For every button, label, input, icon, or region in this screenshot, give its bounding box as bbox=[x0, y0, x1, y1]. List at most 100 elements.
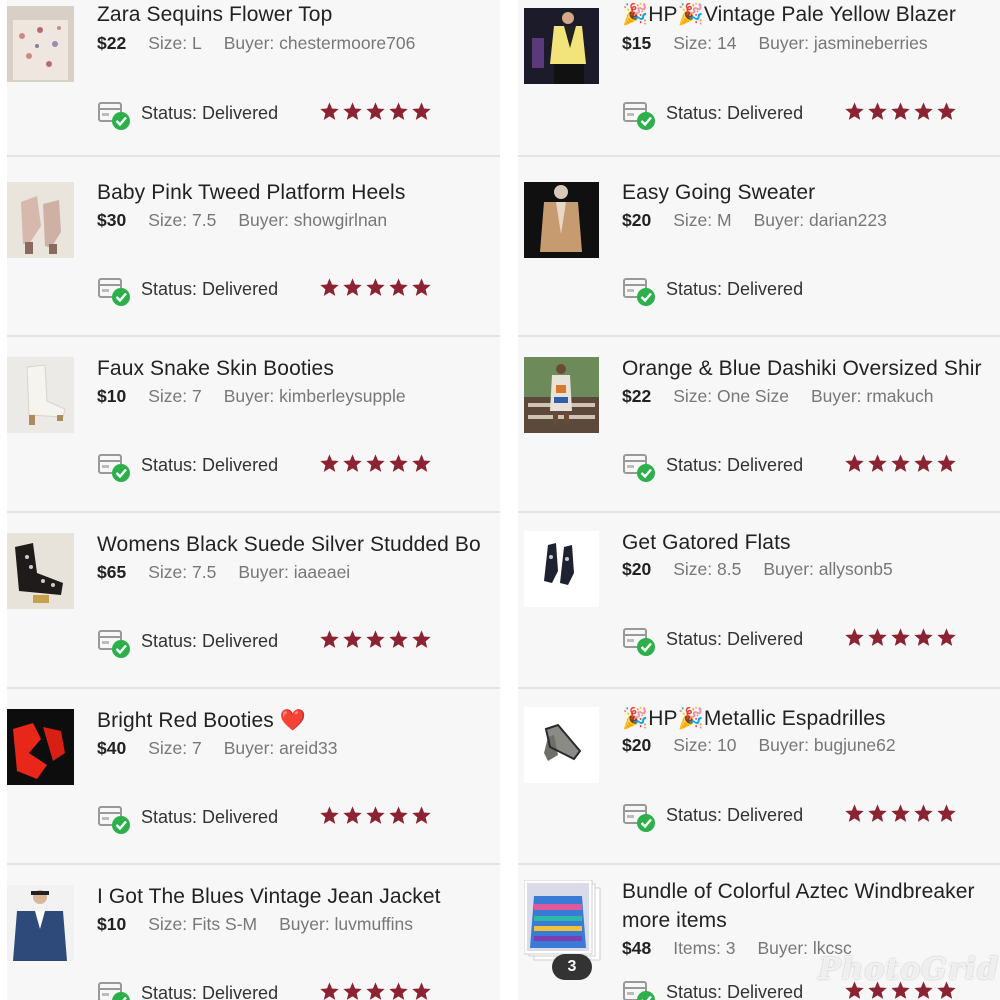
item-title[interactable]: Bundle of Colorful Aztec Windbreaker bbox=[622, 880, 1000, 904]
product-thumbnail[interactable] bbox=[7, 533, 74, 609]
delivered-box-icon bbox=[98, 806, 130, 834]
item-buyer[interactable]: Buyer: jasmineberries bbox=[758, 33, 927, 53]
status-label: Status: Delivered bbox=[666, 103, 804, 123]
item-size: Size: 7.5 bbox=[148, 210, 217, 230]
star-icon bbox=[914, 102, 933, 120]
item-buyer[interactable]: Buyer: darian223 bbox=[754, 210, 887, 230]
product-thumbnail[interactable] bbox=[524, 357, 599, 433]
product-thumbnail[interactable] bbox=[524, 182, 599, 258]
product-thumbnail[interactable] bbox=[524, 8, 599, 84]
order-card[interactable]: Baby Pink Tweed Platform Heels $30 Size: … bbox=[7, 160, 500, 337]
item-buyer[interactable]: Buyer: areid33 bbox=[224, 738, 338, 758]
rating-stars bbox=[319, 453, 432, 474]
item-price: $10 bbox=[97, 386, 127, 406]
order-card[interactable]: Faux Snake Skin Booties $10 Size: 7 Buyer:… bbox=[7, 336, 500, 513]
order-card[interactable]: Get Gatored Flats $20 Size: 8.5 Buyer: all… bbox=[518, 512, 1000, 689]
star-icon bbox=[845, 102, 864, 120]
rating-stars bbox=[319, 805, 432, 826]
status-label: Status: Delivered bbox=[666, 805, 804, 825]
delivered-box-icon bbox=[623, 804, 655, 832]
product-thumbnail[interactable] bbox=[7, 182, 74, 258]
item-buyer[interactable]: Buyer: rmakuch bbox=[811, 386, 934, 406]
star-icon bbox=[868, 454, 887, 472]
bundle-thumbnail-stack[interactable]: 3 bbox=[523, 879, 601, 980]
item-meta: $22 Size: L Buyer: chestermoore706 bbox=[97, 33, 415, 54]
item-title[interactable]: Bright Red Booties ❤️ bbox=[97, 709, 500, 733]
item-title[interactable]: Orange & Blue Dashiki Oversized Shir bbox=[622, 357, 1000, 381]
rating-stars bbox=[844, 627, 957, 648]
item-title[interactable]: Womens Black Suede Silver Studded Bo bbox=[97, 533, 500, 557]
star-icon bbox=[389, 982, 408, 1000]
column-gutter bbox=[500, 0, 518, 1000]
bundle-count-badge: 3 bbox=[552, 954, 592, 980]
item-price: $48 bbox=[622, 938, 652, 958]
product-thumbnail[interactable] bbox=[7, 6, 74, 82]
item-price: $20 bbox=[622, 210, 652, 230]
item-buyer[interactable]: Buyer: luvmuffins bbox=[279, 914, 413, 934]
star-icon bbox=[320, 982, 339, 1000]
item-title[interactable]: Get Gatored Flats bbox=[622, 531, 1000, 555]
star-icon bbox=[412, 454, 431, 472]
photogrid-watermark: PhotoGrid bbox=[818, 952, 1000, 987]
item-size: Size: M bbox=[673, 210, 732, 230]
item-title[interactable]: Faux Snake Skin Booties bbox=[97, 357, 500, 381]
order-card[interactable]: Womens Black Suede Silver Studded Bo $65… bbox=[7, 512, 500, 689]
item-price: $65 bbox=[97, 562, 127, 582]
status-label: Status: Delivered bbox=[141, 455, 279, 475]
status-label: Status: Delivered bbox=[141, 103, 279, 123]
item-meta: $15 Size: 14 Buyer: jasmineberries bbox=[622, 33, 928, 54]
star-icon bbox=[891, 454, 910, 472]
item-meta: $40 Size: 7 Buyer: areid33 bbox=[97, 738, 338, 759]
star-icon bbox=[320, 278, 339, 296]
item-title[interactable]: 🎉HP🎉Metallic Espadrilles bbox=[622, 707, 1000, 731]
item-size: Size: L bbox=[148, 33, 202, 53]
star-icon bbox=[937, 628, 956, 646]
status-label: Status: Delivered bbox=[141, 983, 279, 1000]
star-icon bbox=[937, 454, 956, 472]
product-thumbnail[interactable] bbox=[524, 531, 599, 607]
order-card[interactable]: I Got The Blues Vintage Jean Jacket $10 S… bbox=[7, 864, 500, 1000]
order-card[interactable]: Bright Red Booties ❤️ $40 Size: 7 Buyer: a… bbox=[7, 688, 500, 865]
item-buyer[interactable]: Buyer: iaaeaei bbox=[238, 562, 350, 582]
item-title-line2[interactable]: more items bbox=[622, 909, 1000, 933]
status-label: Status: Delivered bbox=[666, 455, 804, 475]
item-price: $22 bbox=[97, 33, 127, 53]
item-buyer[interactable]: Buyer: allysonb5 bbox=[763, 559, 892, 579]
item-title[interactable]: Easy Going Sweater bbox=[622, 181, 1000, 205]
product-thumbnail[interactable] bbox=[7, 709, 74, 785]
rating-stars bbox=[319, 277, 432, 298]
status-label: Status: Delivered bbox=[666, 629, 804, 649]
product-thumbnail[interactable] bbox=[7, 357, 74, 433]
star-icon bbox=[343, 630, 362, 648]
star-icon bbox=[868, 102, 887, 120]
star-icon bbox=[389, 806, 408, 824]
order-card[interactable]: 🎉HP🎉Metallic Espadrilles $20 Size: 10 Buye… bbox=[518, 688, 1000, 865]
star-icon bbox=[320, 102, 339, 120]
order-card[interactable]: Zara Sequins Flower Top $22 Size: L Buyer:… bbox=[7, 0, 500, 157]
delivered-box-icon bbox=[98, 454, 130, 482]
item-buyer[interactable]: Buyer: kimberleysupple bbox=[224, 386, 406, 406]
item-title[interactable]: I Got The Blues Vintage Jean Jacket bbox=[97, 885, 500, 909]
star-icon bbox=[891, 102, 910, 120]
item-buyer[interactable]: Buyer: showgirlnan bbox=[238, 210, 387, 230]
item-meta: $22 Size: One Size Buyer: rmakuch bbox=[622, 386, 934, 407]
item-size: Size: 7 bbox=[148, 738, 202, 758]
star-icon bbox=[845, 804, 864, 822]
star-icon bbox=[845, 628, 864, 646]
order-card[interactable]: Orange & Blue Dashiki Oversized Shir $22… bbox=[518, 336, 1000, 513]
item-title[interactable]: Zara Sequins Flower Top bbox=[97, 3, 500, 27]
product-thumbnail[interactable] bbox=[524, 707, 599, 783]
item-title[interactable]: Baby Pink Tweed Platform Heels bbox=[97, 181, 500, 205]
order-card[interactable]: Easy Going Sweater $20 Size: M Buyer: dari… bbox=[518, 160, 1000, 337]
star-icon bbox=[412, 806, 431, 824]
delivered-box-icon bbox=[98, 102, 130, 130]
product-thumbnail[interactable] bbox=[7, 885, 74, 961]
item-buyer[interactable]: Buyer: bugjune62 bbox=[758, 735, 895, 755]
order-card[interactable]: 🎉HP🎉Vintage Pale Yellow Blazer $15 Size: … bbox=[518, 0, 1000, 157]
star-icon bbox=[891, 628, 910, 646]
status-label: Status: Delivered bbox=[141, 279, 279, 299]
star-icon bbox=[389, 630, 408, 648]
item-buyer[interactable]: Buyer: chestermoore706 bbox=[224, 33, 416, 53]
item-title[interactable]: 🎉HP🎉Vintage Pale Yellow Blazer bbox=[622, 3, 1000, 27]
item-size: Size: Fits S-M bbox=[148, 914, 258, 934]
